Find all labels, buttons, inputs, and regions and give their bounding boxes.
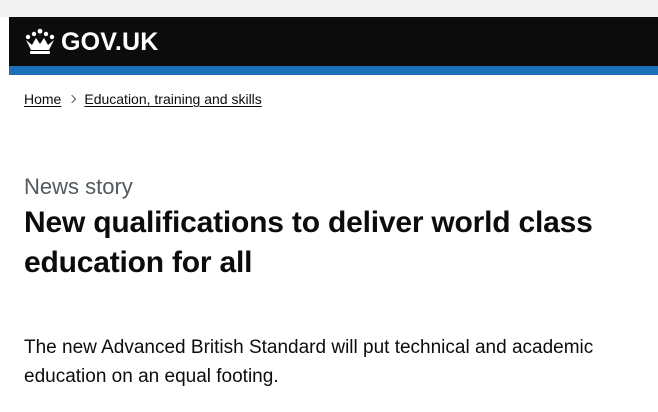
- breadcrumb: Home Education, training and skills: [24, 90, 262, 108]
- logo-text: GOV.UK: [61, 28, 159, 56]
- chevron-right-icon: [68, 94, 77, 104]
- browser-top-strip: [0, 0, 658, 17]
- govuk-home-link[interactable]: GOV.UK: [24, 27, 159, 57]
- header-accent-bar: [9, 66, 658, 75]
- page-title: New qualifications to deliver world clas…: [24, 206, 593, 279]
- breadcrumb-link-education[interactable]: Education, training and skills: [84, 90, 261, 108]
- article-summary: The new Advanced British Standard will p…: [24, 337, 594, 387]
- breadcrumb-link-home[interactable]: Home: [24, 90, 61, 108]
- content-type-caption: News story: [24, 174, 133, 199]
- crown-icon: [24, 28, 56, 56]
